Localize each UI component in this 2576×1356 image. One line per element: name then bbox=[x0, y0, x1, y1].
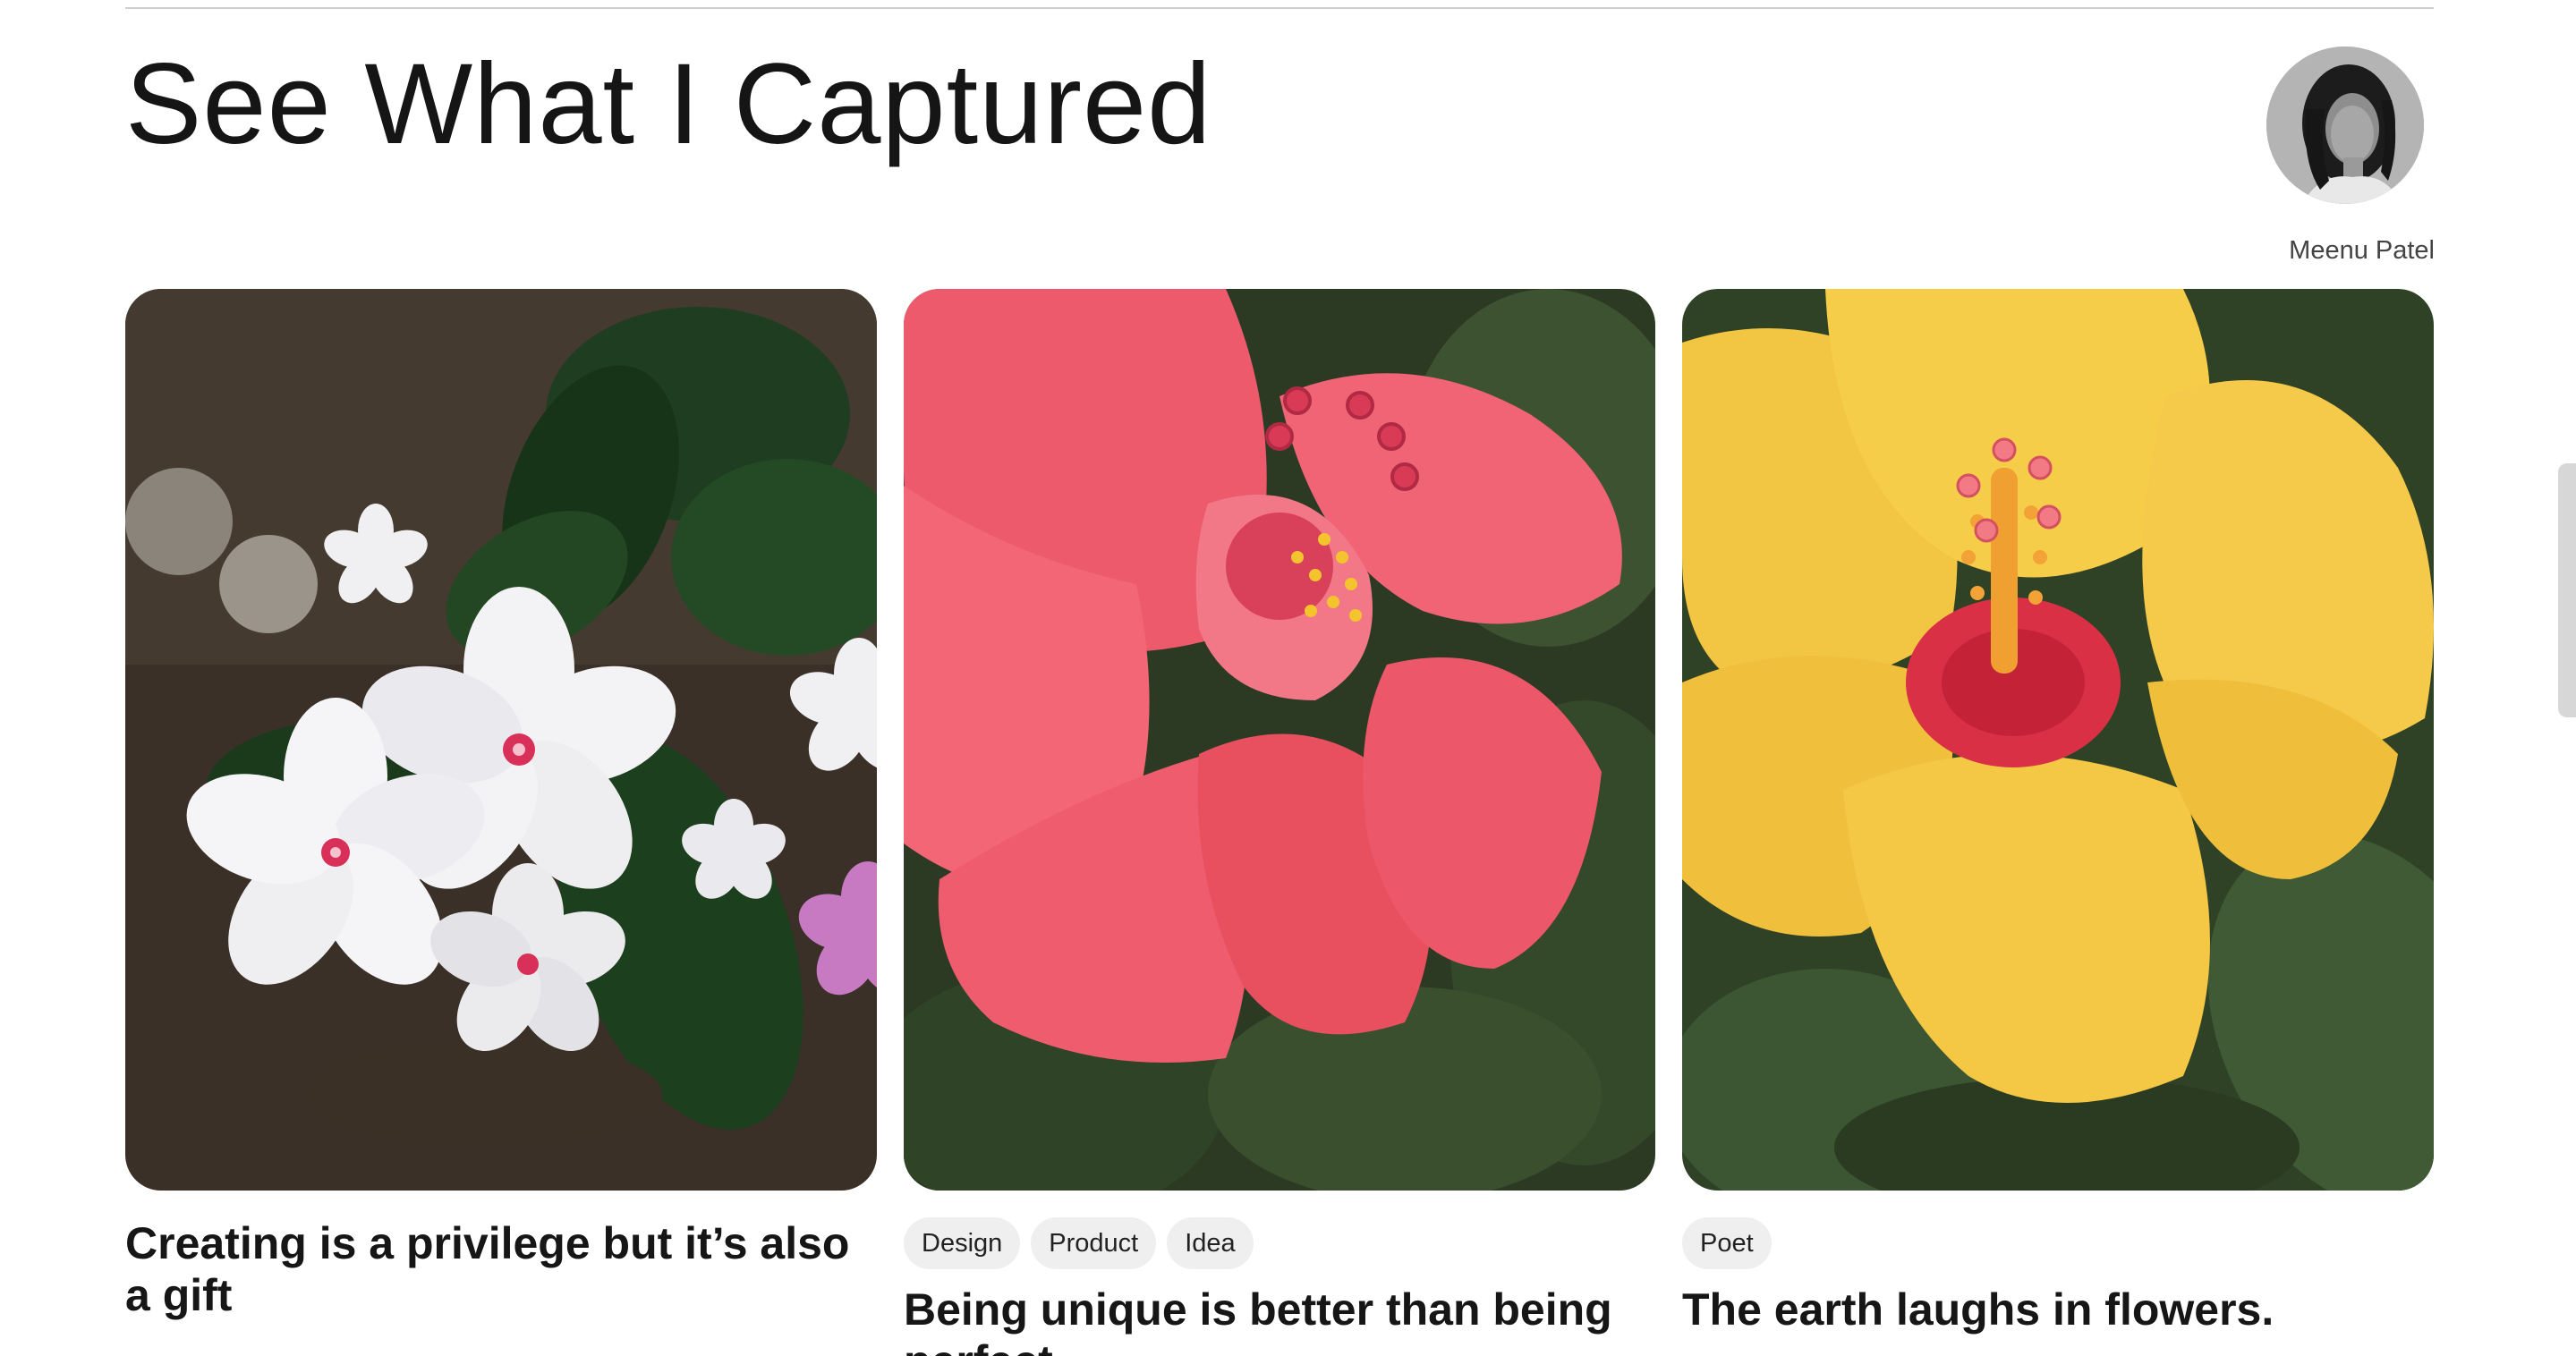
scrollbar-thumb[interactable] bbox=[2558, 463, 2576, 717]
tag-list: Design Product Idea bbox=[904, 1217, 1655, 1269]
author-avatar[interactable] bbox=[2266, 47, 2424, 204]
author-name[interactable]: Meenu Patel bbox=[2289, 236, 2435, 266]
card-image[interactable] bbox=[904, 289, 1655, 1191]
post-card[interactable]: Creating is a privilege but it’s also a … bbox=[125, 289, 877, 1321]
pink-hibiscus-photo bbox=[904, 289, 1655, 1191]
tag-poet[interactable]: Poet bbox=[1682, 1217, 1772, 1269]
card-title[interactable]: Creating is a privilege but it’s also a … bbox=[125, 1217, 877, 1321]
tag-design[interactable]: Design bbox=[904, 1217, 1021, 1269]
page: See What I Captured Meenu Patel Creating… bbox=[0, 0, 2576, 1356]
card-image[interactable] bbox=[125, 289, 877, 1191]
section-title: See What I Captured bbox=[125, 40, 1212, 168]
card-title[interactable]: The earth laughs in flowers. bbox=[1682, 1284, 2434, 1335]
section-divider bbox=[125, 7, 2434, 9]
white-periwinkle-photo bbox=[125, 289, 877, 1191]
tag-idea[interactable]: Idea bbox=[1167, 1217, 1254, 1269]
card-title[interactable]: Being unique is better than being perfec… bbox=[904, 1284, 1655, 1356]
portrait-image bbox=[2266, 47, 2424, 204]
tag-product[interactable]: Product bbox=[1031, 1217, 1157, 1269]
yellow-hibiscus-photo bbox=[1682, 289, 2434, 1191]
card-grid: Creating is a privilege but it’s also a … bbox=[125, 289, 2434, 1356]
card-image[interactable] bbox=[1682, 289, 2434, 1191]
tag-list: Poet bbox=[1682, 1217, 2434, 1269]
post-card[interactable]: Design Product Idea Being unique is bett… bbox=[904, 289, 1655, 1356]
post-card[interactable]: Poet The earth laughs in flowers. bbox=[1682, 289, 2434, 1335]
